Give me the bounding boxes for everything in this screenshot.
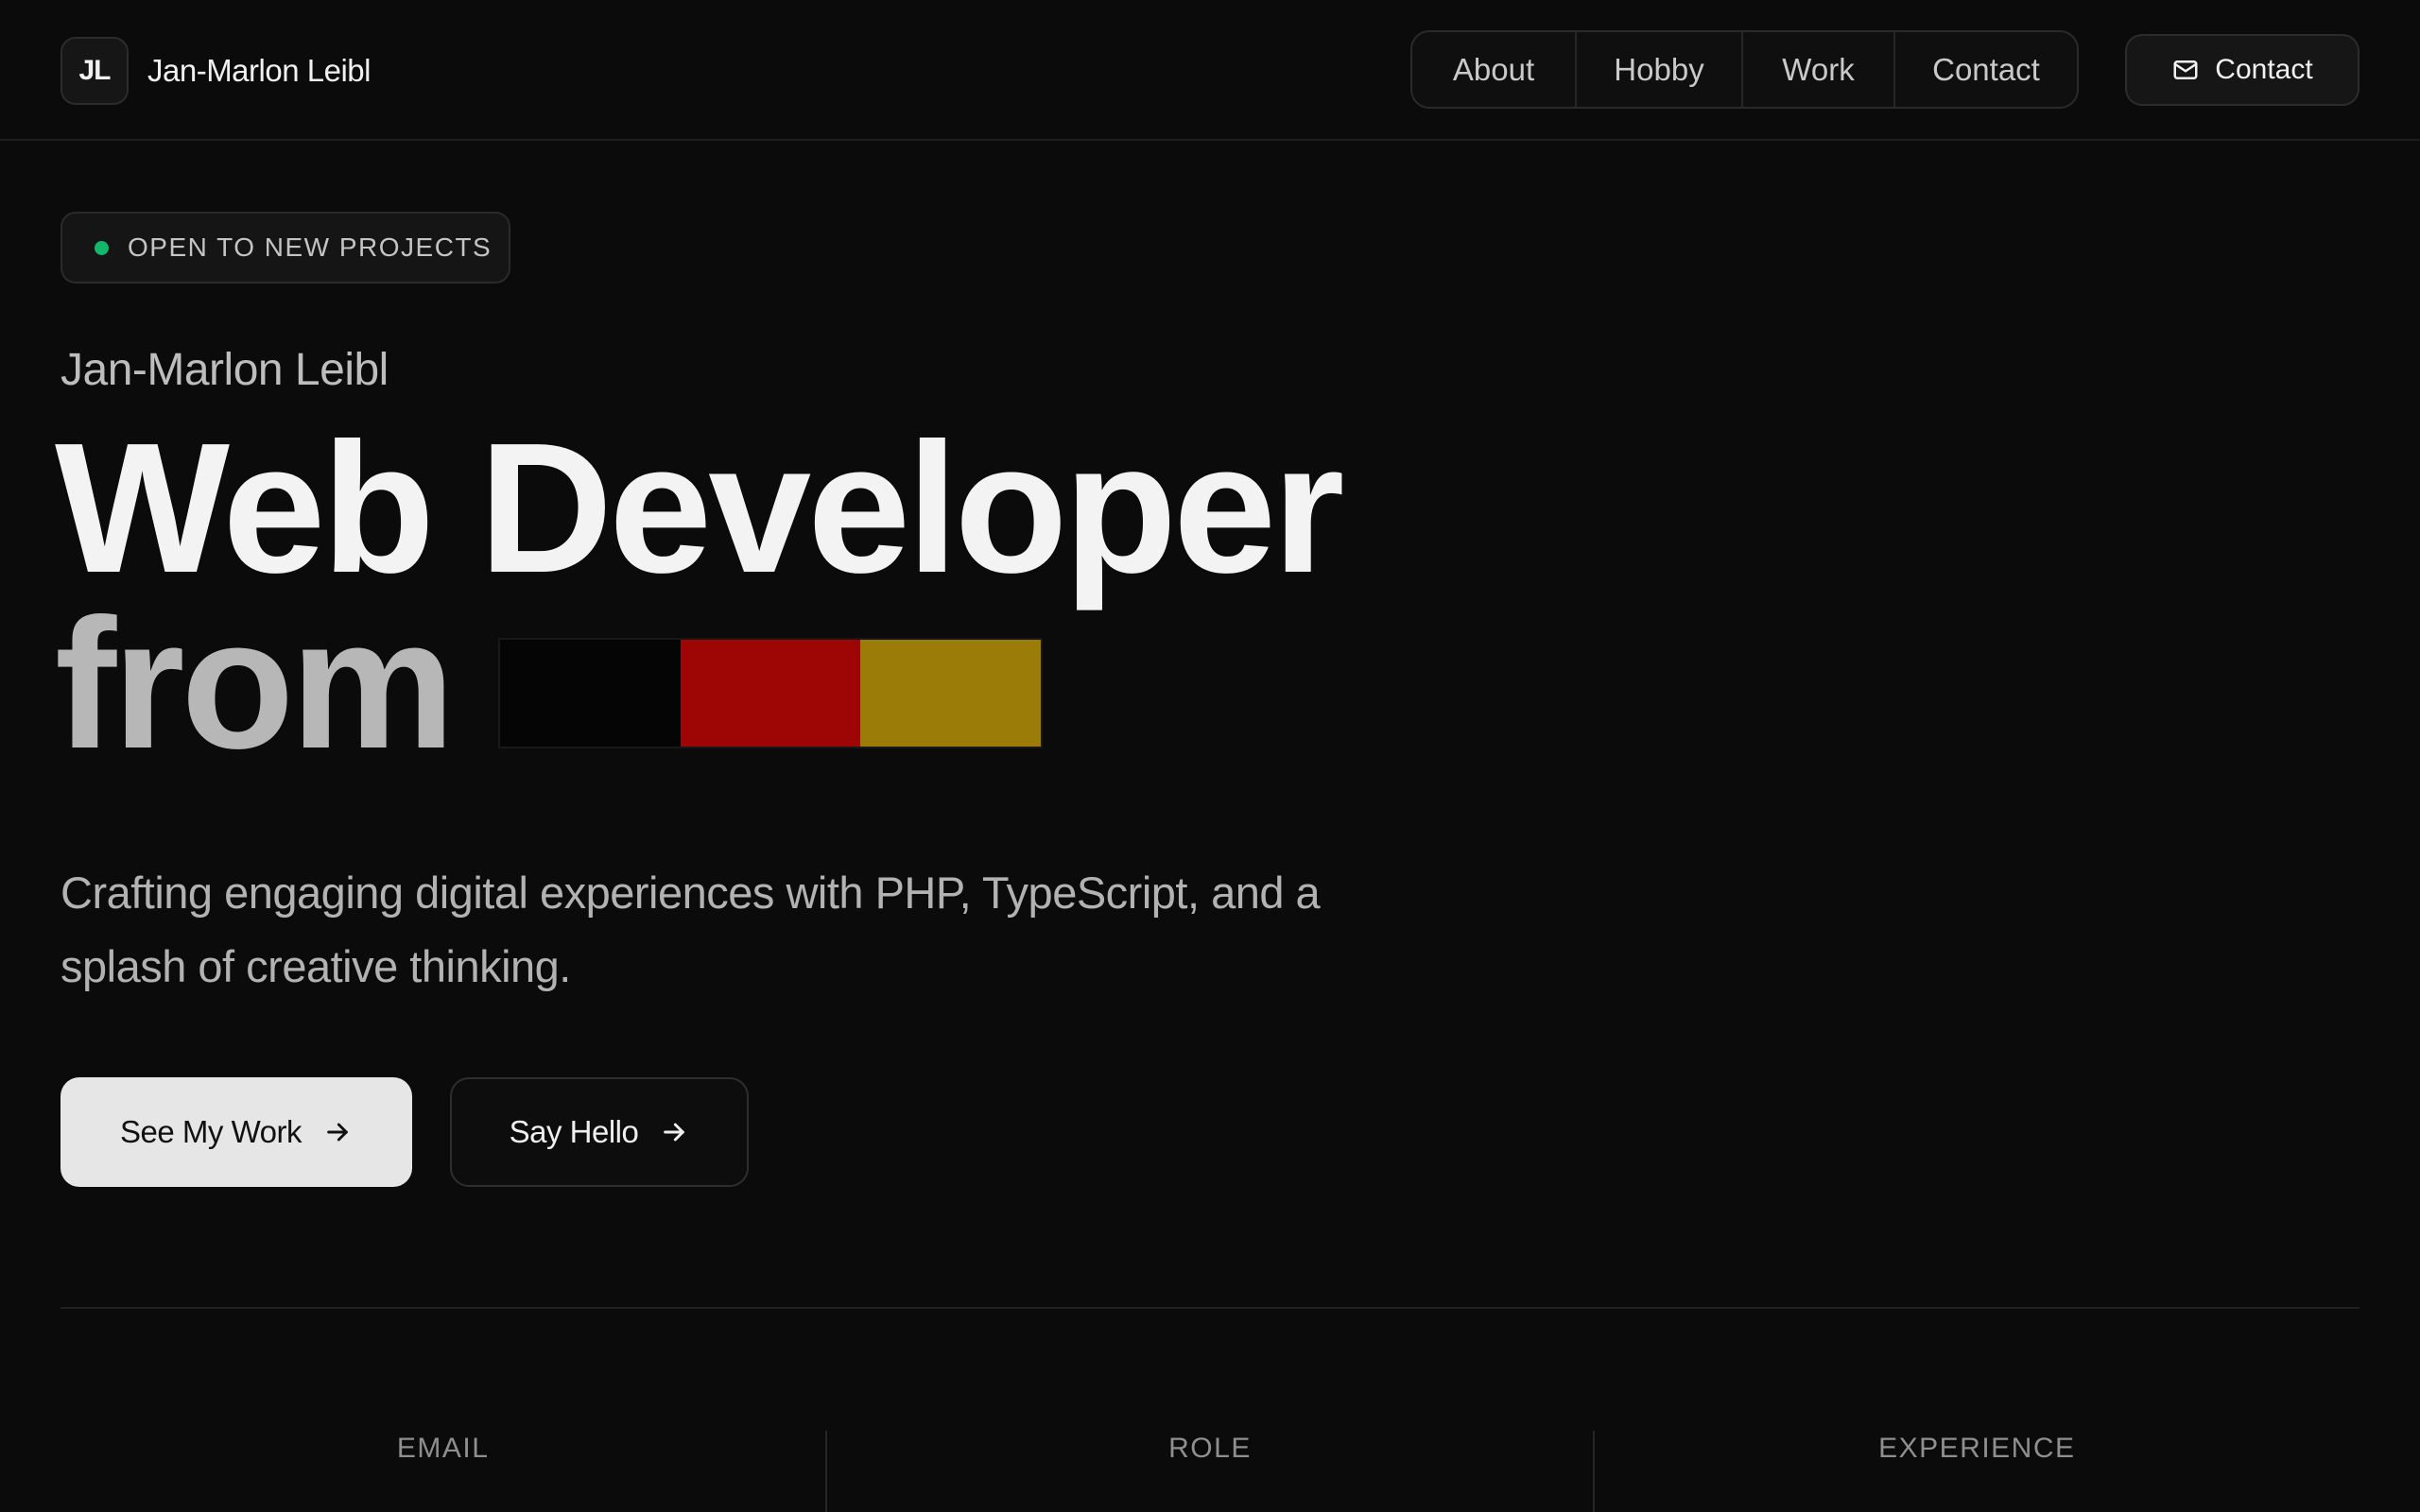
brand-name[interactable]: Jan-Marlon Leibl bbox=[147, 53, 371, 89]
availability-text: OPEN TO NEW PROJECTS bbox=[128, 232, 493, 262]
see-my-work-label: See My Work bbox=[120, 1114, 302, 1149]
info-stats: EMAIL ROLE EXPERIENCE bbox=[60, 1431, 2360, 1512]
nav-item-hobby[interactable]: Hobby bbox=[1577, 32, 1743, 107]
section-divider bbox=[60, 1307, 2360, 1309]
say-hello-label: Say Hello bbox=[509, 1114, 639, 1149]
mail-icon bbox=[2171, 56, 2200, 84]
arrow-right-icon bbox=[659, 1117, 689, 1147]
header-contact-button[interactable]: Contact bbox=[2125, 34, 2360, 106]
nav-item-about[interactable]: About bbox=[1412, 32, 1577, 107]
see-my-work-button[interactable]: See My Work bbox=[60, 1077, 412, 1187]
hero-headline-line1: Web Developer bbox=[55, 404, 1344, 611]
hero-headline-line2: from bbox=[55, 580, 456, 787]
site-header: JL Jan-Marlon Leibl About Hobby Work Con… bbox=[0, 0, 2420, 141]
arrow-right-icon bbox=[322, 1117, 353, 1147]
header-contact-label: Contact bbox=[2215, 54, 2313, 85]
stat-role-label: ROLE bbox=[1168, 1433, 1252, 1464]
flag-stripe-red bbox=[680, 640, 861, 747]
germany-flag bbox=[498, 638, 1043, 748]
main-nav: About Hobby Work Contact bbox=[1410, 30, 2079, 109]
hero-tagline: Crafting engaging digital experiences wi… bbox=[60, 868, 1321, 991]
nav-item-work[interactable]: Work bbox=[1743, 32, 1895, 107]
flag-stripe-gold bbox=[860, 640, 1042, 747]
nav-item-contact[interactable]: Contact bbox=[1895, 32, 2077, 107]
flag-stripe-black bbox=[500, 640, 681, 747]
stat-email-label: EMAIL bbox=[396, 1433, 490, 1464]
page: JL Jan-Marlon Leibl About Hobby Work Con… bbox=[0, 0, 2420, 1512]
logo-initials[interactable]: JL bbox=[60, 37, 129, 105]
status-dot bbox=[95, 240, 109, 255]
availability-badge: OPEN TO NEW PROJECTS bbox=[60, 212, 510, 284]
hero-name: Jan-Marlon Leibl bbox=[60, 345, 389, 395]
say-hello-button[interactable]: Say Hello bbox=[450, 1077, 749, 1187]
stat-experience-label: EXPERIENCE bbox=[1878, 1433, 2076, 1464]
brand[interactable]: JL Jan-Marlon Leibl bbox=[60, 37, 371, 105]
